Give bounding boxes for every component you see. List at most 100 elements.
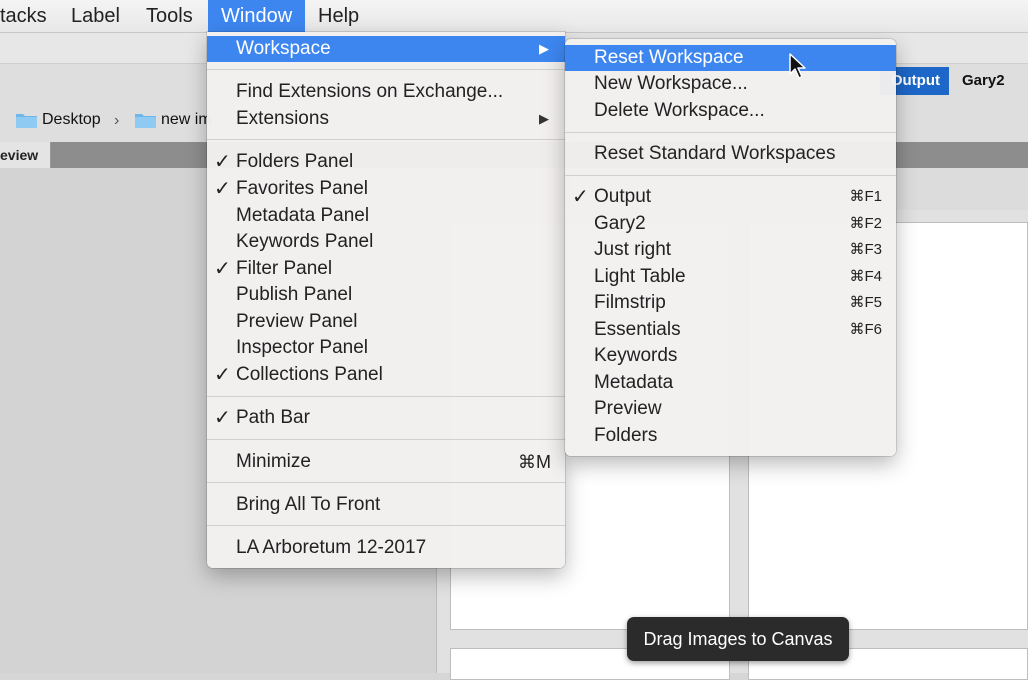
mouse-cursor-icon [789, 53, 806, 79]
menu-item-label: Light Table [594, 266, 686, 287]
menu-item-label: Reset Workspace [594, 47, 744, 68]
window-menu: Workspace ▶ Find Extensions on Exchange.… [207, 32, 565, 568]
workspace-submenu: Reset Workspace New Workspace... Delete … [565, 39, 896, 456]
folder-icon [16, 114, 37, 128]
breadcrumb-desktop[interactable]: Desktop [42, 102, 101, 138]
menu-item-label: Folders Panel [236, 151, 354, 172]
menu-item-label: Filmstrip [594, 292, 666, 313]
separator [207, 69, 565, 70]
menu-item-filter-panel[interactable]: ✓ Filter Panel [207, 256, 565, 282]
menu-item-find-extensions[interactable]: Find Extensions on Exchange... [207, 79, 565, 105]
menu-item-la-arboretum[interactable]: LA Arboretum 12-2017 [207, 535, 565, 561]
drag-images-hint: Drag Images to Canvas [627, 617, 849, 661]
menu-item-inspector-panel[interactable]: Inspector Panel [207, 335, 565, 361]
menu-item-extensions[interactable]: Extensions ▶ [207, 106, 565, 132]
chevron-right-icon: › [114, 112, 120, 129]
menu-item-label: Workspace [236, 38, 331, 59]
separator [565, 132, 896, 133]
menu-item-workspace-metadata[interactable]: Metadata [565, 370, 896, 396]
menu-item-delete-workspace[interactable]: Delete Workspace... [565, 98, 896, 124]
checkmark-icon: ✓ [572, 186, 589, 208]
menu-item-collections-panel[interactable]: ✓ Collections Panel [207, 362, 565, 388]
checkmark-icon: ✓ [214, 364, 231, 386]
menu-item-label: Favorites Panel [236, 178, 369, 199]
shortcut-label: ⌘F4 [849, 268, 882, 285]
shortcut-label: ⌘F6 [849, 321, 882, 338]
menu-item-workspace-light-table[interactable]: Light Table ⌘F4 [565, 264, 896, 290]
menu-item-label: Path Bar [236, 407, 310, 428]
checkmark-icon: ✓ [214, 178, 231, 200]
menu-item-workspace-folders[interactable]: Folders [565, 423, 896, 449]
menu-item-label: Delete Workspace... [594, 100, 765, 121]
menu-item-workspace-just-right[interactable]: Just right ⌘F3 [565, 237, 896, 263]
menu-item-preview-panel[interactable]: Preview Panel [207, 309, 565, 335]
menu-item-label: Find Extensions on Exchange... [236, 81, 504, 102]
shortcut-label: ⌘M [518, 452, 551, 472]
workspace-gary2-button[interactable]: Gary2 [962, 67, 1005, 95]
separator [207, 139, 565, 140]
menu-item-label: Extensions [236, 108, 329, 129]
menu-item-label: Filter Panel [236, 258, 333, 279]
shortcut-label: ⌘F2 [849, 215, 882, 232]
menu-item-workspace-essentials[interactable]: Essentials ⌘F6 [565, 317, 896, 343]
menu-item-publish-panel[interactable]: Publish Panel [207, 282, 565, 308]
menu-item-label: Keywords Panel [236, 231, 374, 252]
separator [207, 439, 565, 440]
separator [565, 175, 896, 176]
menu-item-label: Metadata Panel [236, 205, 370, 226]
menu-item-workspace-output[interactable]: ✓ Output ⌘F1 [565, 184, 896, 210]
menu-item-label: Reset Standard Workspaces [594, 143, 836, 164]
menu-item-workspace[interactable]: Workspace ▶ [207, 36, 565, 62]
menu-item-label: Folders [594, 425, 658, 446]
menu-label[interactable]: Label [58, 0, 133, 32]
menu-item-folders-panel[interactable]: ✓ Folders Panel [207, 149, 565, 175]
menu-bar: tacks Label Tools Window Help [0, 0, 1028, 33]
menu-item-label: Preview Panel [236, 311, 358, 332]
menu-item-label: Output [594, 186, 652, 207]
shortcut-label: ⌘F5 [849, 294, 882, 311]
submenu-arrow-icon: ▶ [539, 111, 549, 126]
menu-item-workspace-gary2[interactable]: Gary2 ⌘F2 [565, 211, 896, 237]
menu-item-label: Metadata [594, 372, 674, 393]
menu-item-new-workspace[interactable]: New Workspace... [565, 71, 896, 97]
menu-item-label: Gary2 [594, 213, 646, 234]
menu-item-path-bar[interactable]: ✓ Path Bar [207, 405, 565, 431]
separator [207, 525, 565, 526]
menu-item-workspace-preview[interactable]: Preview [565, 396, 896, 422]
menu-item-label: Minimize [236, 451, 311, 472]
separator [207, 396, 565, 397]
menu-item-favorites-panel[interactable]: ✓ Favorites Panel [207, 176, 565, 202]
menu-stacks[interactable]: tacks [0, 0, 60, 32]
menu-item-reset-workspace[interactable]: Reset Workspace [565, 45, 896, 71]
menu-item-keywords-panel[interactable]: Keywords Panel [207, 229, 565, 255]
menu-item-label: Inspector Panel [236, 337, 369, 358]
shortcut-label: ⌘F1 [849, 188, 882, 205]
menu-tools[interactable]: Tools [133, 0, 206, 32]
folder-icon [135, 114, 156, 128]
menu-item-minimize[interactable]: Minimize ⌘M [207, 449, 565, 475]
breadcrumb-folder[interactable]: new im [161, 102, 212, 138]
menu-window[interactable]: Window [208, 0, 306, 32]
separator [207, 482, 565, 483]
menu-item-label: Collections Panel [236, 364, 383, 385]
submenu-arrow-icon: ▶ [539, 41, 549, 56]
menu-item-bring-all-to-front[interactable]: Bring All To Front [207, 492, 565, 518]
checkmark-icon: ✓ [214, 407, 231, 429]
menu-item-label: New Workspace... [594, 73, 748, 94]
checkmark-icon: ✓ [214, 151, 231, 173]
tab-preview[interactable]: eview [0, 142, 51, 168]
menu-item-label: Publish Panel [236, 284, 353, 305]
menu-item-label: Bring All To Front [236, 494, 381, 515]
menu-help[interactable]: Help [305, 0, 372, 32]
menu-item-label: Keywords [594, 345, 678, 366]
menu-item-reset-standard-workspaces[interactable]: Reset Standard Workspaces [565, 141, 896, 167]
menu-item-workspace-keywords[interactable]: Keywords [565, 343, 896, 369]
shortcut-label: ⌘F3 [849, 241, 882, 258]
menu-item-metadata-panel[interactable]: Metadata Panel [207, 203, 565, 229]
menu-item-label: Just right [594, 239, 672, 260]
menu-item-workspace-filmstrip[interactable]: Filmstrip ⌘F5 [565, 290, 896, 316]
menu-item-label: Preview [594, 398, 662, 419]
menu-item-label: Essentials [594, 319, 681, 340]
checkmark-icon: ✓ [214, 258, 231, 280]
menu-item-label: LA Arboretum 12-2017 [236, 537, 427, 558]
